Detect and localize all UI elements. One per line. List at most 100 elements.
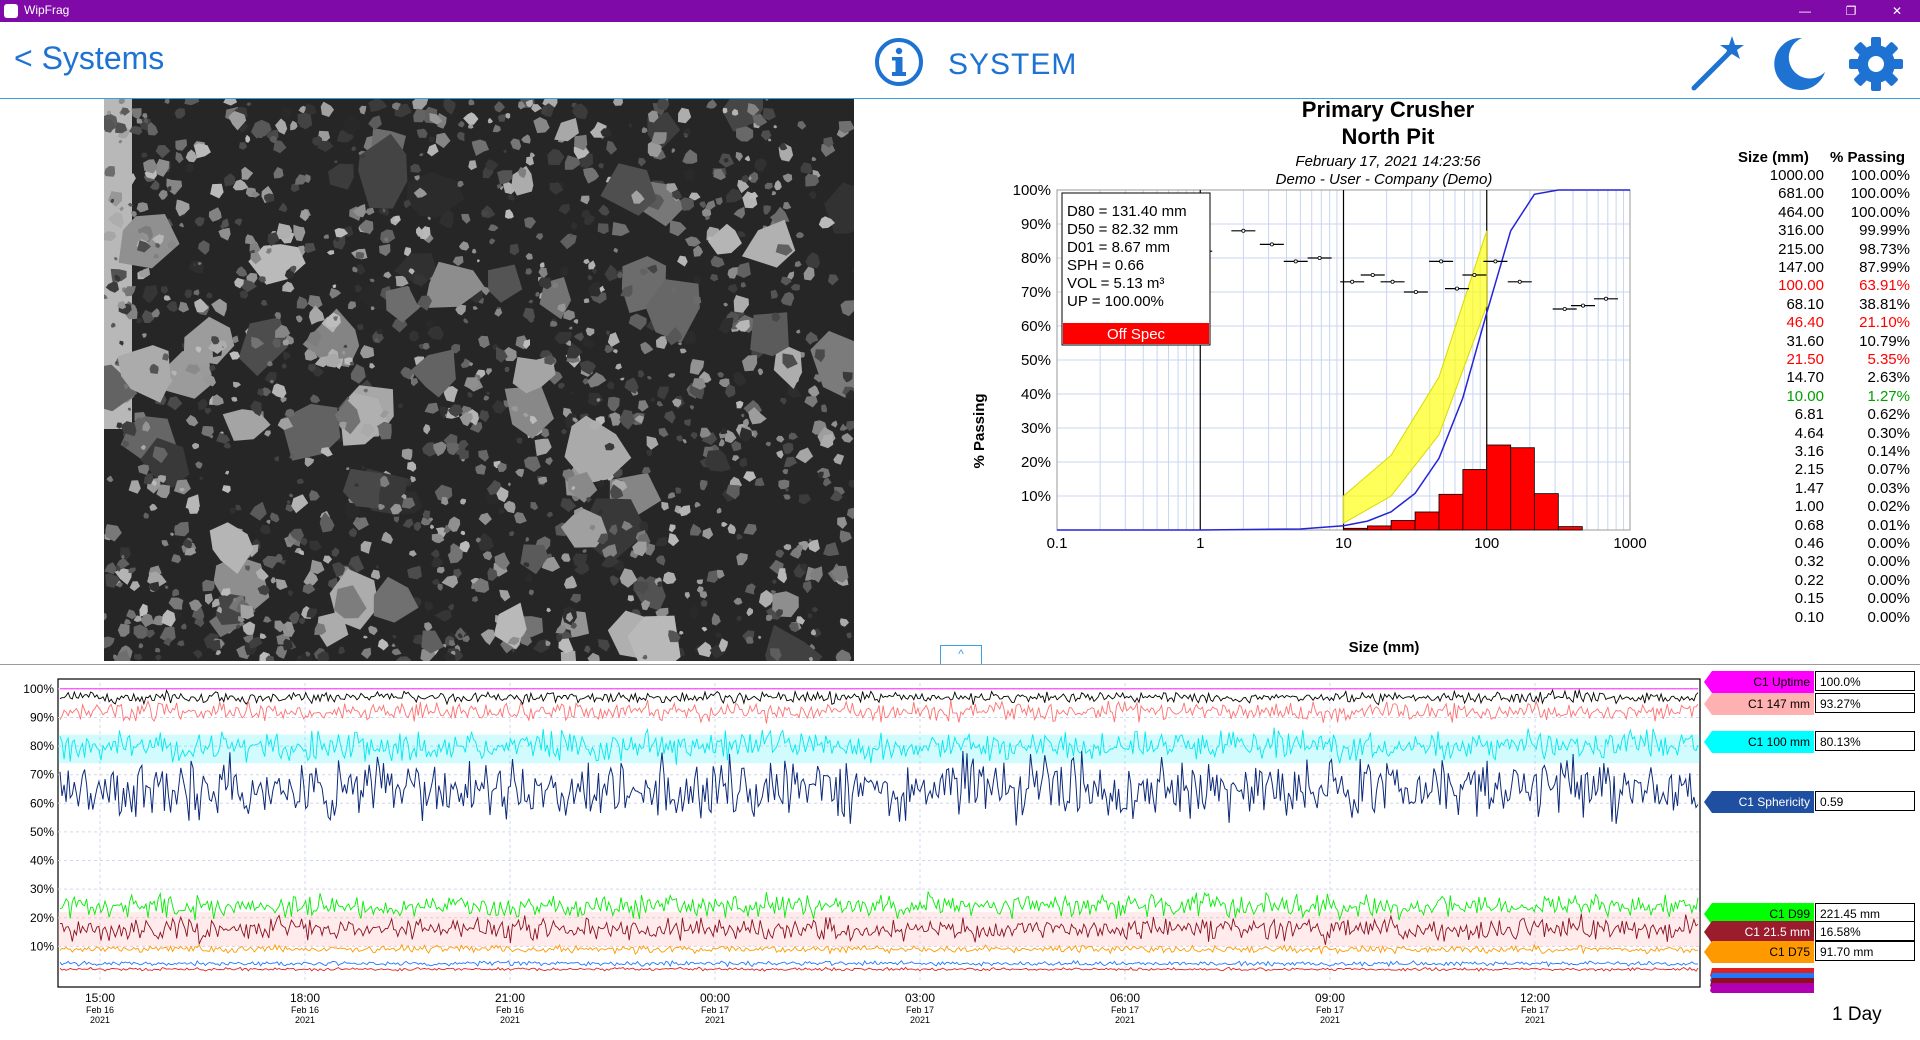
x-tick-label: 1000 [1613, 535, 1646, 552]
size-cell: 1000.00 [1769, 167, 1824, 184]
info-icon[interactable] [873, 36, 925, 88]
table-row: 14.70 2.63% [1732, 369, 1920, 387]
passing-cell: 0.00% [1867, 571, 1910, 589]
size-cell: 464.00 [1778, 203, 1824, 221]
legend-item[interactable]: C1 D75 91.70 mm [1704, 941, 1915, 963]
histogram-bar [1486, 444, 1512, 531]
size-cell: 316.00 [1778, 222, 1824, 240]
size-cell: 46.40 [1786, 314, 1824, 332]
data-marker-dot [1562, 306, 1567, 311]
chart-timestamp: February 17, 2021 14:23:56 [1295, 153, 1481, 170]
x-tick-time: 09:00 [1315, 991, 1345, 1005]
legend-item[interactable]: C1 Sphericity 0.59 [1704, 791, 1915, 813]
passing-cell: 38.81% [1859, 295, 1910, 313]
data-marker-dot [1293, 259, 1298, 264]
size-cell: 2.15 [1794, 461, 1824, 479]
table-row: 1000.00 100.00% [1732, 167, 1920, 185]
legend-item[interactable]: C1 21.5 mm 16.58% [1704, 921, 1915, 943]
dark-mode-icon[interactable] [1768, 34, 1828, 94]
page-title: SYSTEM [948, 48, 1078, 81]
x-tick-time: 18:00 [290, 991, 320, 1005]
size-cell: 0.15 [1794, 590, 1824, 608]
time-range-selector[interactable]: 1 Day [1832, 1004, 1882, 1026]
chart-title: Primary Crusher [1302, 99, 1475, 122]
stat-sph: SPH = 0.66 [1067, 257, 1144, 274]
y-tick-label: 70% [1021, 284, 1051, 301]
passing-cell: 100.00% [1850, 185, 1910, 203]
x-tick-year: 2021 [1525, 1015, 1545, 1025]
magic-wand-icon[interactable] [1688, 32, 1746, 94]
y-tick-label: 10% [30, 939, 54, 953]
data-marker-dot [1493, 259, 1498, 264]
size-cell: 3.16 [1794, 443, 1824, 460]
y-tick-label: 20% [30, 911, 54, 925]
trend-chart: 10%20%30%40%50%60%70%80%90%100%15:00Feb … [23, 678, 1814, 1025]
table-row: 0.46 0.00% [1732, 535, 1920, 553]
chart-subtitle: North Pit [1342, 124, 1436, 149]
minimize-button[interactable]: — [1782, 0, 1828, 22]
stat-d01: D01 = 8.67 mm [1067, 239, 1170, 256]
rock [355, 252, 365, 259]
x-tick-time: 00:00 [700, 991, 730, 1005]
legend-item[interactable]: C1 147 mm 93.27% [1704, 693, 1915, 715]
rock [202, 579, 215, 592]
data-marker-dot [1413, 289, 1418, 294]
table-row: 1.00 0.02% [1732, 498, 1920, 516]
legend-value: 80.13% [1815, 731, 1915, 751]
size-cell: 4.64 [1794, 424, 1824, 442]
x-tick-time: 03:00 [905, 991, 935, 1005]
data-marker-dot [1390, 279, 1395, 284]
table-row: 1.47 0.03% [1732, 480, 1920, 498]
legend-item[interactable]: C1 Uptime 100.0% [1704, 671, 1915, 693]
legend-item[interactable]: C1 100 mm 80.13% [1704, 731, 1915, 753]
x-tick-time: 06:00 [1110, 991, 1140, 1005]
size-cell: 100.00 [1778, 277, 1824, 295]
passing-cell: 98.73% [1859, 240, 1910, 258]
table-row: 46.40 21.10% [1732, 314, 1920, 332]
y-tick-label: 100% [23, 682, 54, 696]
settings-icon[interactable] [1846, 34, 1906, 94]
x-tick-time: 15:00 [85, 991, 115, 1005]
y-tick-label: 90% [30, 710, 54, 724]
size-cell: 147.00 [1778, 259, 1824, 276]
size-cell: 6.81 [1794, 406, 1824, 424]
x-tick-year: 2021 [1320, 1015, 1340, 1025]
data-marker-dot [1241, 228, 1246, 233]
histogram-bar [1462, 469, 1488, 531]
y-tick-label: 60% [1021, 318, 1051, 335]
histogram-bar [1510, 447, 1535, 531]
y-tick-label: 60% [30, 796, 54, 810]
app-header: < Systems SYSTEM [0, 22, 1920, 99]
passing-cell: 21.10% [1859, 314, 1910, 332]
table-row: 681.00 100.00% [1732, 185, 1920, 203]
table-row: 4.64 0.30% [1732, 425, 1920, 443]
passing-cell: 5.35% [1867, 351, 1910, 368]
size-cell: 21.50 [1786, 351, 1824, 368]
back-to-systems-link[interactable]: < Systems [14, 40, 164, 77]
size-cell: 215.00 [1778, 240, 1824, 258]
legend-value: 91.70 mm [1815, 941, 1915, 961]
close-button[interactable]: ✕ [1874, 0, 1920, 22]
y-tick-label: 70% [30, 768, 54, 782]
legend-value: 221.45 mm [1815, 903, 1915, 923]
x-axis-label: Size (mm) [1349, 639, 1420, 656]
passing-cell: 0.14% [1867, 443, 1910, 460]
x-tick-label: 10 [1335, 535, 1352, 552]
x-tick-time: 12:00 [1520, 991, 1550, 1005]
data-marker-dot [1370, 272, 1375, 277]
x-tick-year: 2021 [910, 1015, 930, 1025]
y-tick-label: 20% [1021, 454, 1051, 471]
legend-tag: C1 Uptime [1704, 671, 1814, 693]
y-tick-label: 80% [30, 739, 54, 753]
table-row: 100.00 63.91% [1732, 277, 1920, 295]
size-cell: 31.60 [1786, 332, 1824, 350]
x-tick-year: 2021 [90, 1015, 110, 1025]
x-tick-date: Feb 17 [1521, 1005, 1549, 1015]
data-marker-dot [1317, 255, 1322, 260]
x-tick-time: 21:00 [495, 991, 525, 1005]
restore-button[interactable]: ❐ [1828, 0, 1874, 22]
y-tick-label: 50% [1021, 352, 1051, 369]
table-row: 215.00 98.73% [1732, 241, 1920, 259]
y-tick-label: 80% [1021, 250, 1051, 267]
data-marker-dot [1517, 279, 1522, 284]
